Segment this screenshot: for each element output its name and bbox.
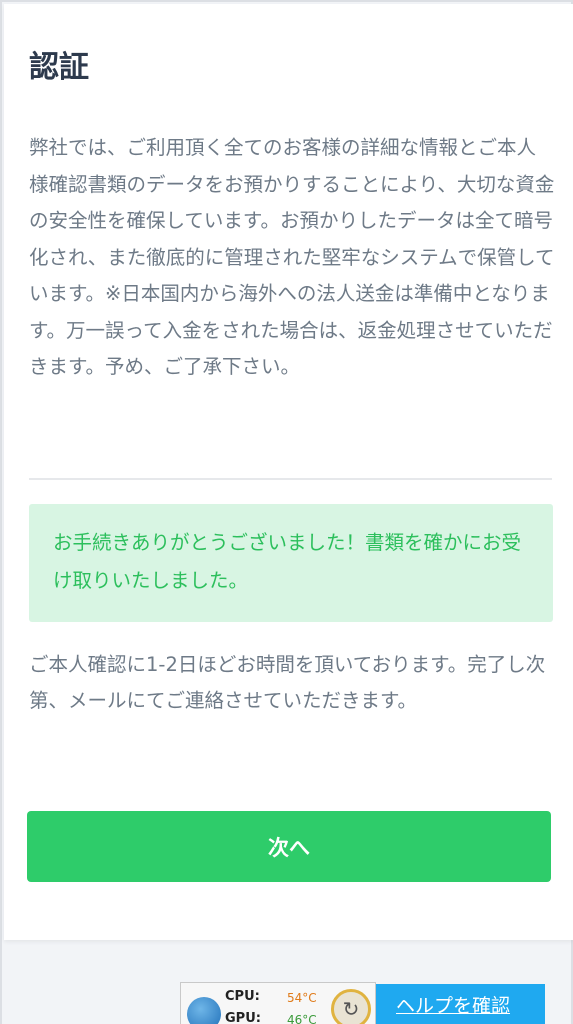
success-alert: お手続きありがとうございました！書類を確かにお受け取りいたしました。 [29, 504, 553, 622]
globe-icon [187, 997, 221, 1024]
cpu-temp: 54°C [287, 991, 317, 1005]
cpu-label: CPU: [225, 989, 260, 1004]
gpu-temp: 46°C [287, 1013, 317, 1024]
intro-text: 弊社では、ご利用頂く全てのお客様の詳細な情報とご本人様確認書類のデータをお預かり… [29, 136, 555, 378]
divider [29, 478, 552, 480]
help-button[interactable]: ヘルプを確認 [376, 984, 545, 1024]
refresh-icon[interactable]: ↻ [331, 989, 371, 1024]
next-button[interactable]: 次へ [27, 811, 551, 882]
gpu-label: GPU: [225, 1011, 261, 1024]
page-frame: 認証 弊社では、ご利用頂く全てのお客様の詳細な情報とご本人様確認書類のデータをお… [0, 0, 573, 1024]
success-alert-message: お手続きありがとうございました！書類を確かにお受け取りいたしました。 [53, 531, 522, 592]
verification-card: 認証 弊社では、ご利用頂く全てのお客様の詳細な情報とご本人様確認書類のデータをお… [4, 4, 573, 940]
system-monitor-widget[interactable]: CPU: 54°C GPU: 46°C ↻ [180, 982, 376, 1024]
page-title: 認証 [29, 50, 89, 85]
confirmation-notice: ご本人確認に1-2日ほどお時間を頂いております。完了し次第、メールにてご連絡させ… [29, 653, 546, 712]
